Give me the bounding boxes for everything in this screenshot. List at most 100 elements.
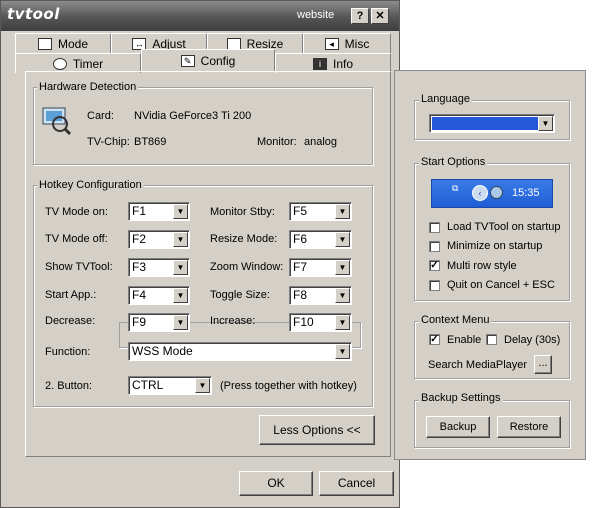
chevron-down-icon[interactable]: ▼	[335, 204, 350, 219]
decrease-value: F9	[132, 315, 147, 329]
chevron-down-icon[interactable]: ▼	[335, 232, 350, 247]
tray-arrow-icon: ‹	[472, 185, 488, 201]
hotkey-configuration-title: Hotkey Configuration	[37, 179, 144, 191]
chevron-down-icon[interactable]: ▼	[173, 288, 188, 303]
tray-clock: 15:35	[512, 187, 540, 199]
less-options-button[interactable]: Less Options <<	[259, 415, 375, 445]
language-title: Language	[419, 93, 472, 105]
monitor-stby-select[interactable]: F5 ▼	[289, 202, 352, 221]
increase-select[interactable]: F10 ▼	[289, 313, 352, 332]
cancel-button[interactable]: Cancel	[319, 471, 394, 496]
chevron-down-icon[interactable]: ▼	[335, 260, 350, 275]
resize-mode-label: Resize Mode:	[210, 233, 278, 245]
show-tvtool-select[interactable]: F3 ▼	[128, 258, 190, 277]
second-button-select[interactable]: CTRL ▼	[128, 376, 212, 395]
second-button-label: 2. Button:	[45, 380, 93, 392]
tab-mode[interactable]: Mode	[15, 33, 111, 53]
second-button-value: CTRL	[132, 378, 164, 392]
tv-mode-on-select[interactable]: F1 ▼	[128, 202, 190, 221]
tab-config[interactable]: ✎ Config	[141, 49, 275, 71]
close-button[interactable]: ✕	[371, 8, 389, 24]
delay-checkbox[interactable]	[486, 334, 497, 345]
chevron-down-icon[interactable]: ▼	[173, 315, 188, 330]
tab-timer[interactable]: Timer	[15, 53, 141, 73]
enable-checkbox[interactable]: ✓	[429, 334, 440, 345]
minimize-on-startup-label: Minimize on startup	[447, 240, 543, 252]
start-app-value: F4	[132, 288, 147, 302]
clock-icon	[52, 57, 67, 70]
tab-config-label: Config	[200, 53, 236, 68]
increase-value: F10	[293, 315, 314, 329]
tray-preview: ⧉ ‹ 15:35	[431, 179, 553, 208]
function-label: Function:	[45, 346, 91, 358]
monitor-icon	[37, 37, 52, 50]
decrease-label: Decrease:	[45, 315, 96, 327]
quit-on-cancel-checkbox[interactable]	[429, 280, 440, 291]
zoom-window-select[interactable]: F7 ▼	[289, 258, 352, 277]
resize-icon	[226, 37, 241, 50]
chevron-down-icon[interactable]: ▼	[173, 232, 188, 247]
browse-mediaplayer-button[interactable]: ...	[534, 355, 552, 374]
tv-mode-off-select[interactable]: F2 ▼	[128, 230, 190, 249]
tv-chip-label: TV-Chip:	[87, 136, 130, 148]
chevron-down-icon[interactable]: ▼	[195, 378, 210, 393]
language-select[interactable]: ▼	[429, 114, 555, 133]
zoom-window-value: F7	[293, 260, 308, 274]
tv-mode-off-value: F2	[132, 232, 147, 246]
tab-misc-label: Misc	[344, 36, 370, 51]
context-menu-title: Context Menu	[419, 314, 492, 326]
title-bar[interactable]: tvtool website ? ✕	[1, 1, 399, 31]
start-app-select[interactable]: F4 ▼	[128, 286, 190, 305]
show-tvtool-value: F3	[132, 260, 147, 274]
help-button[interactable]: ?	[351, 8, 369, 24]
tab-info[interactable]: i Info	[275, 53, 391, 73]
monitor-stby-value: F5	[293, 204, 308, 218]
info-icon: i	[312, 57, 327, 70]
minimize-on-startup-checkbox[interactable]	[429, 241, 440, 252]
decrease-select[interactable]: F9 ▼	[128, 313, 190, 332]
multi-row-style-checkbox[interactable]: ✓	[429, 260, 440, 271]
delay-label: Delay (30s)	[504, 334, 561, 346]
tv-mode-off-label: TV Mode off:	[45, 233, 108, 245]
restore-button[interactable]: Restore	[497, 416, 561, 438]
monitor-value: analog	[304, 136, 338, 148]
card-label: Card:	[87, 110, 114, 122]
tab-mode-label: Mode	[57, 36, 89, 51]
tab-timer-label: Timer	[72, 56, 104, 71]
chevron-down-icon[interactable]: ▼	[335, 344, 350, 359]
ok-button[interactable]: OK	[239, 471, 313, 496]
wrench-icon: ✎	[180, 54, 195, 67]
function-select[interactable]: WSS Mode ▼	[128, 342, 352, 361]
toggle-size-select[interactable]: F8 ▼	[289, 286, 352, 305]
load-on-startup-checkbox[interactable]	[429, 222, 440, 233]
function-value: WSS Mode	[132, 344, 193, 358]
website-link[interactable]: website	[297, 9, 334, 21]
chevron-down-icon[interactable]: ▼	[538, 116, 553, 131]
chevron-down-icon[interactable]: ▼	[173, 204, 188, 219]
resize-mode-select[interactable]: F6 ▼	[289, 230, 352, 249]
second-button-hint: (Press together with hotkey)	[220, 380, 357, 392]
start-options-title: Start Options	[419, 156, 488, 168]
language-selected-value	[432, 117, 552, 130]
chevron-down-icon[interactable]: ▼	[335, 288, 350, 303]
tray-app-icon	[490, 186, 503, 199]
hardware-icon	[41, 105, 72, 136]
quit-on-cancel-label: Quit on Cancel + ESC	[447, 279, 555, 291]
tray-window-icon: ⧉	[452, 183, 459, 193]
hardware-detection-title: Hardware Detection	[37, 81, 139, 93]
start-app-label: Start App.:	[45, 289, 97, 301]
load-on-startup-label: Load TVTool on startup	[447, 221, 561, 233]
tv-mode-on-value: F1	[132, 204, 147, 218]
multi-row-style-label: Multi row style	[447, 260, 517, 272]
tv-mode-on-label: TV Mode on:	[45, 206, 108, 218]
resize-mode-value: F6	[293, 232, 308, 246]
chevron-down-icon[interactable]: ▼	[173, 260, 188, 275]
toggle-size-value: F8	[293, 288, 308, 302]
show-tvtool-label: Show TVTool:	[45, 261, 113, 273]
tab-misc[interactable]: ◂ Misc	[303, 33, 391, 53]
backup-button[interactable]: Backup	[426, 416, 490, 438]
speaker-icon: ◂	[324, 37, 339, 50]
backup-settings-title: Backup Settings	[419, 392, 503, 404]
search-mediaplayer-label: Search MediaPlayer	[428, 359, 528, 371]
chevron-down-icon[interactable]: ▼	[335, 315, 350, 330]
